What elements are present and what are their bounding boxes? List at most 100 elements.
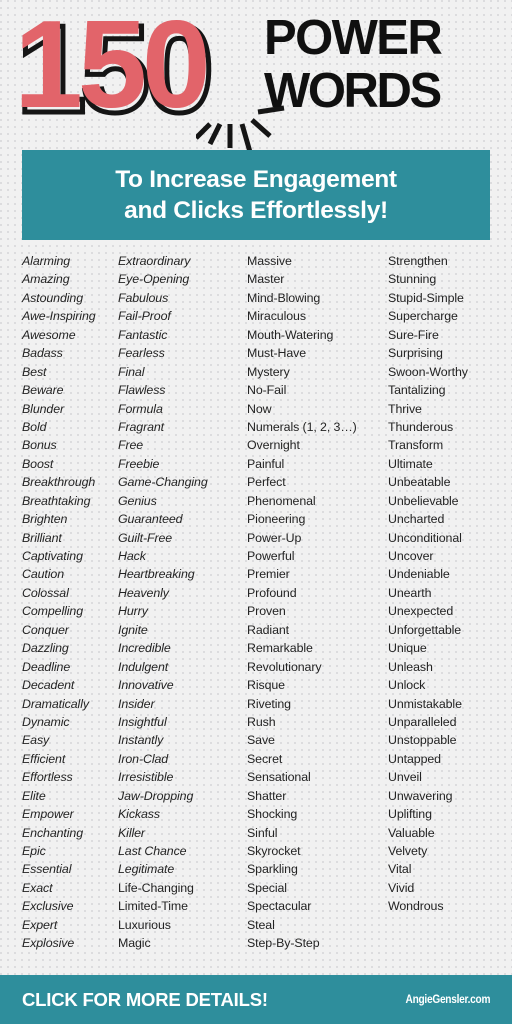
word-item: Kickass bbox=[118, 807, 160, 822]
word-item: Life-Changing bbox=[118, 880, 194, 895]
word-item: Power-Up bbox=[247, 530, 302, 545]
word-item: Ultimate bbox=[388, 456, 433, 471]
word-item: Profound bbox=[247, 585, 297, 600]
word-item: Strengthen bbox=[388, 254, 448, 268]
word-item: Unwavering bbox=[388, 788, 453, 803]
word-item: Unbelievable bbox=[388, 493, 459, 508]
word-item: Hurry bbox=[118, 604, 148, 619]
headline-title-power: POWER bbox=[264, 11, 443, 65]
word-item: Fragrant bbox=[118, 419, 165, 434]
word-column-2: Extraordinary Eye-Opening Fabulous Fail-Pro… bbox=[113, 252, 240, 962]
word-item: Step-By-Step bbox=[247, 936, 320, 951]
word-item: Blunder bbox=[22, 401, 65, 416]
word-item: Essential bbox=[22, 862, 72, 877]
word-item: Stupid-Simple bbox=[388, 290, 464, 305]
word-item: Dynamic bbox=[22, 714, 70, 729]
word-item: Dazzling bbox=[22, 641, 69, 656]
subtitle-line-2: and Clicks Effortlessly! bbox=[124, 197, 388, 224]
subtitle-banner: To Increase Engagement and Clicks Effort… bbox=[22, 150, 490, 240]
word-item: Sinful bbox=[247, 825, 278, 840]
word-item: Incredible bbox=[118, 641, 171, 656]
word-item: Painful bbox=[247, 456, 285, 471]
word-item: Wondrous bbox=[388, 899, 444, 914]
word-item: Special bbox=[247, 880, 287, 895]
word-item: Numerals (1, 2, 3…) bbox=[247, 419, 357, 434]
footer-site-label[interactable]: AngieGensler.com bbox=[405, 994, 490, 1006]
word-item: Exclusive bbox=[22, 899, 74, 914]
word-list-grid: Alarming Amazing Astounding Awe-Inspiring Aw… bbox=[0, 252, 512, 962]
word-item: Unstoppable bbox=[388, 733, 457, 748]
word-item: Bold bbox=[22, 419, 47, 434]
word-item: Insider bbox=[118, 696, 155, 711]
word-item: Powerful bbox=[247, 549, 295, 563]
word-item: Killer bbox=[118, 825, 145, 840]
word-item: Save bbox=[247, 733, 275, 748]
word-item: Pioneering bbox=[247, 512, 306, 527]
word-item: Genius bbox=[118, 493, 157, 508]
word-item: Overnight bbox=[247, 438, 300, 453]
word-item: Perfect bbox=[247, 475, 286, 490]
word-item: Boost bbox=[22, 456, 54, 471]
word-item: Easy bbox=[22, 733, 50, 748]
word-item: Efficient bbox=[22, 751, 66, 766]
word-item: Insightful bbox=[118, 714, 167, 729]
word-item: Enchanting bbox=[22, 825, 84, 840]
word-item: Breathtaking bbox=[22, 493, 91, 508]
word-item: Limited-Time bbox=[118, 899, 188, 914]
infographic-page: 150 150 POWER WORDS To Increase Engageme… bbox=[0, 0, 512, 1024]
word-item: Transform bbox=[388, 438, 444, 453]
word-item: Instantly bbox=[118, 733, 164, 748]
headline-number: 150 bbox=[14, 0, 211, 134]
word-item: Amazing bbox=[22, 272, 70, 287]
word-item: Unforgettable bbox=[388, 622, 462, 637]
word-item: Secret bbox=[247, 751, 283, 766]
word-item: Ignite bbox=[118, 622, 148, 637]
word-item: Indulgent bbox=[118, 659, 169, 674]
word-item: Free bbox=[118, 438, 144, 453]
headline-title-group: POWER WORDS bbox=[264, 14, 508, 116]
word-column-4: Strengthen Stunning Stupid-Simple Superchar… bbox=[378, 252, 512, 962]
word-item: Riveting bbox=[247, 696, 291, 711]
word-item: Last Chance bbox=[118, 844, 187, 858]
word-item: Guaranteed bbox=[118, 512, 183, 527]
word-item: Rush bbox=[247, 714, 276, 729]
word-item: Remarkable bbox=[247, 641, 313, 656]
word-item: Game-Changing bbox=[118, 475, 208, 490]
word-item: Explosive bbox=[22, 936, 75, 951]
word-item: Premier bbox=[247, 567, 290, 582]
footer-bar[interactable]: CLICK FOR MORE DETAILS! AngieGensler.com bbox=[0, 975, 512, 1024]
footer-cta-label[interactable]: CLICK FOR MORE DETAILS! bbox=[22, 989, 268, 1011]
word-item: Magic bbox=[118, 936, 151, 951]
word-item: Velvety bbox=[388, 844, 428, 858]
word-item: Formula bbox=[118, 401, 163, 416]
word-item: Effortless bbox=[22, 770, 73, 785]
word-item: Hack bbox=[118, 549, 146, 563]
word-item: Conquer bbox=[22, 622, 69, 637]
word-item: Unbeatable bbox=[388, 475, 451, 490]
word-item: Tantalizing bbox=[388, 383, 446, 398]
word-item: Steal bbox=[247, 917, 275, 932]
headline-title-words: WORDS bbox=[264, 64, 442, 118]
word-item: Master bbox=[247, 272, 285, 287]
word-item: Colossal bbox=[22, 585, 69, 600]
word-item: Freebie bbox=[118, 456, 160, 471]
word-item: Surprising bbox=[388, 346, 443, 361]
word-item: Swoon-Worthy bbox=[388, 364, 468, 379]
word-item: Caution bbox=[22, 567, 65, 582]
word-item: Risque bbox=[247, 678, 285, 693]
word-item: Alarming bbox=[22, 254, 71, 268]
word-item: Untapped bbox=[388, 751, 441, 766]
word-item: No-Fail bbox=[247, 383, 287, 398]
word-item: Flawless bbox=[118, 383, 166, 398]
word-item: Supercharge bbox=[388, 309, 458, 324]
word-item: Unveil bbox=[388, 770, 422, 785]
word-item: Massive bbox=[247, 254, 292, 268]
word-item: Compelling bbox=[22, 604, 83, 619]
word-item: Final bbox=[118, 364, 145, 379]
word-item: Must-Have bbox=[247, 346, 307, 361]
word-item: Guilt-Free bbox=[118, 530, 173, 545]
word-item: Heavenly bbox=[118, 585, 169, 600]
word-item: Legitimate bbox=[118, 862, 175, 877]
word-item: Undeniable bbox=[388, 567, 450, 582]
word-item: Uplifting bbox=[388, 807, 432, 822]
